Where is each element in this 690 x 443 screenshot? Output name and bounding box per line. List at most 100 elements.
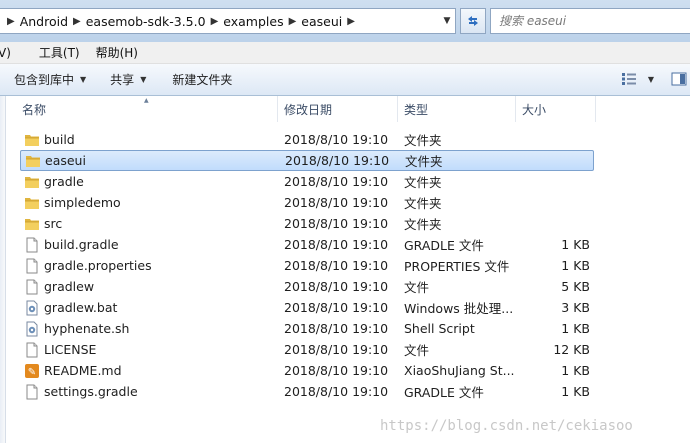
new-folder-button[interactable]: 新建文件夹	[164, 68, 240, 92]
file-name-cell: gradlew	[20, 279, 284, 295]
file-row[interactable]: src 2018/8/10 19:10 文件夹	[20, 213, 690, 234]
include-in-library-button[interactable]: 包含到库中 ▼	[6, 68, 94, 92]
file-type: 文件夹	[404, 217, 442, 232]
file-row[interactable]: build.gradle 2018/8/10 19:10 GRADLE 文件 1 KB	[20, 234, 690, 255]
command-toolbar: 包含到库中 ▼ 共享 ▼ 新建文件夹 ▼	[0, 64, 690, 96]
file-name-cell: gradle.properties	[20, 258, 284, 274]
file-name: gradle	[44, 174, 84, 189]
file-name-cell: easeui	[21, 153, 285, 169]
file-size: 12 KB	[553, 342, 590, 357]
file-type: GRADLE 文件	[404, 385, 484, 400]
view-options-button[interactable]	[618, 68, 640, 90]
file-row[interactable]: hyphenate.sh 2018/8/10 19:10 Shell Script 1…	[20, 318, 690, 339]
file-name: src	[44, 216, 63, 231]
file-name: hyphenate.sh	[44, 321, 130, 336]
file-icon	[24, 342, 40, 358]
menu-help[interactable]: 帮助(H)	[88, 44, 146, 61]
file-date: 2018/8/10 19:10	[284, 216, 389, 231]
file-name-cell: build.gradle	[20, 237, 284, 253]
breadcrumb-chevron-icon[interactable]: ▶	[73, 16, 81, 27]
file-type: XiaoShuJiang St...	[404, 363, 515, 378]
address-bar[interactable]: ▶ Android ▶ easemob-sdk-3.5.0 ▶ examples…	[0, 8, 456, 34]
share-button[interactable]: 共享 ▼	[102, 68, 154, 92]
search-input[interactable]	[499, 14, 679, 28]
folder-icon	[25, 153, 41, 169]
file-date: 2018/8/10 19:10	[284, 279, 389, 294]
file-row[interactable]: build 2018/8/10 19:10 文件夹	[20, 129, 690, 150]
menu-tools[interactable]: 工具(T)	[31, 44, 88, 61]
address-strip: ▶ Android ▶ easemob-sdk-3.5.0 ▶ examples…	[0, 0, 690, 42]
file-type: 文件	[404, 343, 430, 358]
file-row[interactable]: gradle 2018/8/10 19:10 文件夹	[20, 171, 690, 192]
file-date: 2018/8/10 19:10	[284, 174, 389, 189]
search-box[interactable]	[490, 8, 690, 34]
share-label: 共享	[110, 73, 135, 87]
file-date: 2018/8/10 19:10	[284, 132, 389, 147]
breadcrumb-chevron-icon[interactable]: ▶	[347, 16, 355, 27]
breadcrumb-chevron-icon[interactable]: ▶	[211, 16, 219, 27]
file-date: 2018/8/10 19:10	[284, 384, 389, 399]
gear-file-icon	[24, 300, 40, 316]
breadcrumb-chevron-icon[interactable]: ▶	[289, 16, 297, 27]
file-name: gradle.properties	[44, 258, 152, 273]
file-name-cell: gradlew.bat	[20, 300, 284, 316]
file-name: README.md	[44, 363, 122, 378]
refresh-button[interactable]	[460, 8, 486, 34]
file-size: 1 KB	[561, 321, 590, 336]
breadcrumb-chevron-icon[interactable]: ▶	[7, 16, 15, 27]
folder-icon	[24, 132, 40, 148]
file-row[interactable]: LICENSE 2018/8/10 19:10 文件 12 KB	[20, 339, 690, 360]
file-row[interactable]: simpledemo 2018/8/10 19:10 文件夹	[20, 192, 690, 213]
preview-pane-button[interactable]	[668, 68, 690, 90]
file-size: 1 KB	[561, 258, 590, 273]
file-size: 3 KB	[561, 300, 590, 315]
navigation-pane-edge[interactable]	[0, 96, 6, 443]
sort-ascending-icon: ▲	[144, 97, 149, 104]
file-row[interactable]: gradle.properties 2018/8/10 19:10 PROPERTI…	[20, 255, 690, 276]
menu-view[interactable]: V)	[0, 46, 19, 60]
column-header-type[interactable]: 类型	[398, 96, 516, 122]
gear-file-icon	[24, 321, 40, 337]
file-row[interactable]: easeui 2018/8/10 19:10 文件夹	[20, 150, 594, 171]
file-date: 2018/8/10 19:10	[284, 321, 389, 336]
file-type: Shell Script	[404, 321, 475, 336]
file-row[interactable]: settings.gradle 2018/8/10 19:10 GRADLE 文件 1…	[20, 381, 690, 402]
file-date: 2018/8/10 19:10	[284, 363, 389, 378]
view-dropdown-button[interactable]: ▼	[640, 68, 662, 90]
file-name: settings.gradle	[44, 384, 138, 399]
file-name: build	[44, 132, 75, 147]
file-row[interactable]: gradlew.bat 2018/8/10 19:10 Windows 批处理...…	[20, 297, 690, 318]
file-name: gradlew	[44, 279, 95, 294]
file-row[interactable]: ✎ README.md 2018/8/10 19:10 XiaoShuJiang S…	[20, 360, 690, 381]
breadcrumb-easeui[interactable]: easeui	[301, 14, 342, 29]
column-header-date[interactable]: 修改日期	[278, 96, 398, 122]
file-size: 1 KB	[561, 237, 590, 252]
breadcrumb-easemob-sdk[interactable]: easemob-sdk-3.5.0	[86, 14, 206, 29]
file-date: 2018/8/10 19:10	[284, 195, 389, 210]
file-name: gradlew.bat	[44, 300, 118, 315]
breadcrumb-examples[interactable]: examples	[223, 14, 283, 29]
file-icon	[24, 279, 40, 295]
column-header-size[interactable]: 大小	[516, 96, 596, 122]
address-dropdown-icon[interactable]: ▼	[439, 9, 455, 33]
file-name-cell: LICENSE	[20, 342, 284, 358]
new-folder-label: 新建文件夹	[172, 73, 233, 87]
file-type: Windows 批处理...	[404, 301, 514, 316]
file-name-cell: gradle	[20, 174, 284, 190]
file-type: 文件夹	[405, 154, 443, 169]
file-date: 2018/8/10 19:10	[284, 258, 389, 273]
chevron-down-icon: ▼	[80, 75, 87, 84]
file-size: 1 KB	[561, 363, 590, 378]
file-name: easeui	[45, 153, 86, 168]
include-in-library-label: 包含到库中	[14, 73, 75, 87]
file-name-cell: hyphenate.sh	[20, 321, 284, 337]
file-row[interactable]: gradlew 2018/8/10 19:10 文件 5 KB	[20, 276, 690, 297]
toolbar-right: ▼	[618, 68, 690, 90]
file-size: 1 KB	[561, 384, 590, 399]
column-header: 名称 ▲ 修改日期 类型 大小	[16, 96, 690, 122]
file-name-cell: src	[20, 216, 284, 232]
chevron-down-icon: ▼	[140, 75, 147, 84]
column-header-name[interactable]: 名称 ▲	[16, 96, 278, 122]
breadcrumb-android[interactable]: Android	[20, 14, 68, 29]
file-list-pane: 名称 ▲ 修改日期 类型 大小 build 2018/8/10 19:10 文件夹 …	[0, 96, 690, 443]
